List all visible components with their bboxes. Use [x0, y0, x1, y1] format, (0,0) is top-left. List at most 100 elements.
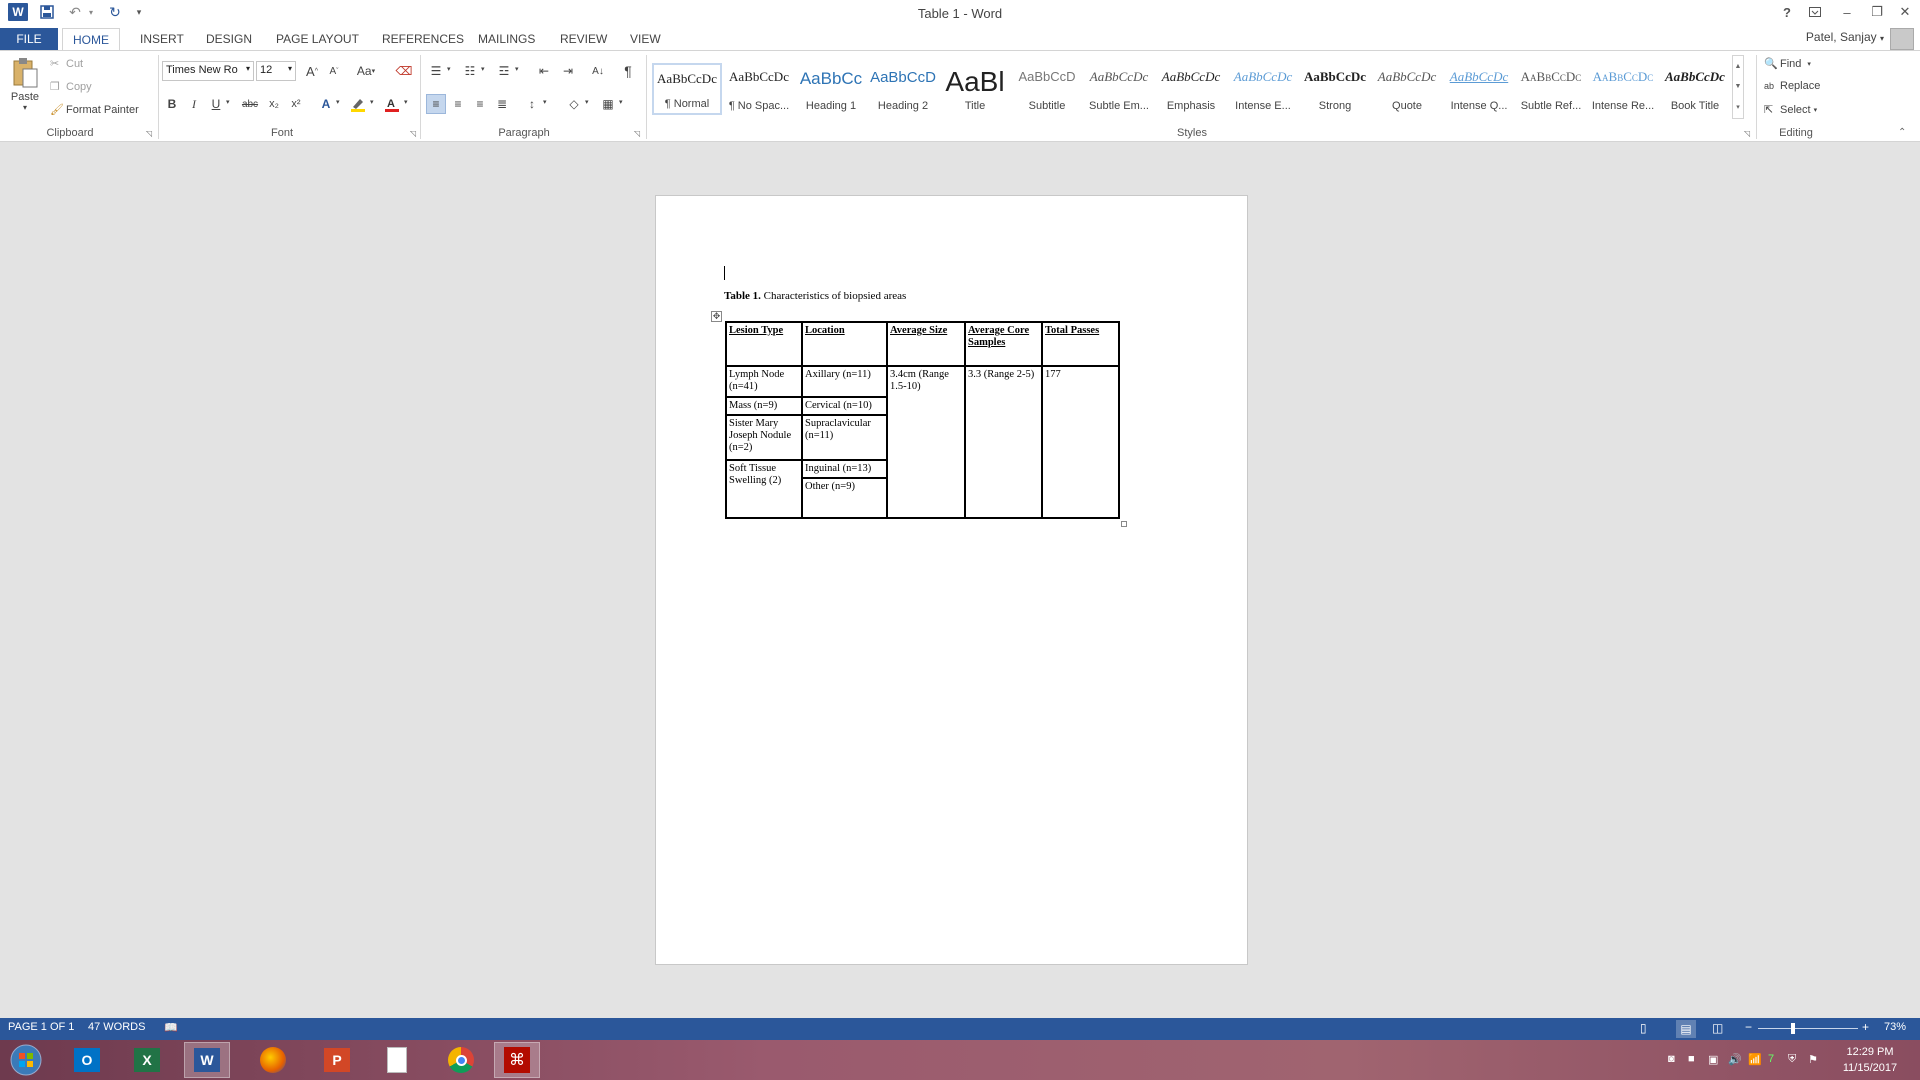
- minimize-button[interactable]: –: [1832, 0, 1862, 24]
- word-count[interactable]: 47 WORDS: [88, 1021, 145, 1033]
- web-layout-icon[interactable]: ◫: [1712, 1021, 1723, 1035]
- proofing-icon[interactable]: 📖: [164, 1021, 178, 1034]
- tab-home[interactable]: HOME: [62, 28, 120, 52]
- acrobat-icon[interactable]: ⌘: [494, 1042, 540, 1078]
- antivirus-icon[interactable]: 7: [1768, 1053, 1774, 1065]
- numbering-dropdown-icon[interactable]: ▾: [481, 65, 485, 73]
- style-book-title[interactable]: AaBbCcDc Book Title: [1660, 63, 1730, 115]
- table-move-handle-icon[interactable]: ✥: [711, 311, 722, 322]
- multilevel-list-icon[interactable]: ☲: [494, 61, 514, 81]
- ribbon-display-options-icon[interactable]: [1800, 0, 1830, 24]
- volume-icon[interactable]: 🔊: [1728, 1053, 1742, 1066]
- shading-dropdown-icon[interactable]: ▾: [585, 98, 589, 106]
- zoom-out-icon[interactable]: −: [1745, 1020, 1752, 1034]
- text-effects-dropdown-icon[interactable]: ▾: [336, 98, 340, 106]
- table-resize-handle[interactable]: [1121, 521, 1127, 527]
- style-heading-1[interactable]: AaBbCc Heading 1: [796, 63, 866, 115]
- style-strong[interactable]: AaBbCcDc Strong: [1300, 63, 1370, 115]
- tab-insert[interactable]: INSERT: [130, 28, 194, 50]
- bullets-dropdown-icon[interactable]: ▾: [447, 65, 451, 73]
- tab-page-layout[interactable]: PAGE LAYOUT: [266, 28, 369, 50]
- zoom-level[interactable]: 73%: [1884, 1021, 1906, 1033]
- tray-color-icon[interactable]: ■: [1688, 1053, 1695, 1065]
- tab-references[interactable]: REFERENCES: [372, 28, 474, 50]
- text-effects-icon[interactable]: A: [316, 94, 336, 114]
- sort-icon[interactable]: A↓: [588, 61, 608, 81]
- underline-button[interactable]: U: [206, 94, 226, 114]
- line-spacing-icon[interactable]: ↕: [522, 94, 542, 114]
- start-button[interactable]: [6, 1042, 46, 1078]
- bullets-icon[interactable]: ☰: [426, 61, 446, 81]
- firefox-icon[interactable]: [250, 1042, 296, 1078]
- network-monitor-icon[interactable]: ▣: [1708, 1053, 1718, 1066]
- avatar[interactable]: [1890, 28, 1914, 50]
- show-marks-icon[interactable]: ¶: [618, 61, 638, 81]
- shrink-font-button[interactable]: Aˇ: [324, 61, 344, 81]
- more-styles-icon[interactable]: ▾: [1736, 103, 1740, 111]
- user-name[interactable]: Patel, Sanjay ▾: [1806, 30, 1884, 44]
- scroll-down-icon[interactable]: ▼: [1735, 83, 1742, 90]
- clear-formatting-icon[interactable]: ⌫: [394, 61, 414, 81]
- excel-icon[interactable]: X: [124, 1042, 170, 1078]
- style-heading-2[interactable]: AaBbCcD Heading 2: [868, 63, 938, 115]
- close-button[interactable]: ✕: [1890, 0, 1920, 24]
- tab-view[interactable]: VIEW: [620, 28, 671, 50]
- style-normal[interactable]: AaBbCcDc ¶ Normal: [652, 63, 722, 115]
- paragraph-launcher-icon[interactable]: ◹: [634, 129, 640, 138]
- outlook-icon[interactable]: O: [64, 1042, 110, 1078]
- network-icon[interactable]: 📶: [1748, 1053, 1762, 1066]
- font-size-combo[interactable]: 12 ▾: [256, 61, 296, 81]
- style-subtle-emphasis[interactable]: AaBbCcDc Subtle Em...: [1084, 63, 1154, 115]
- multilevel-dropdown-icon[interactable]: ▾: [515, 65, 519, 73]
- align-center-icon[interactable]: ≡: [448, 94, 468, 114]
- highlight-dropdown-icon[interactable]: ▾: [370, 98, 374, 106]
- tab-mailings[interactable]: MAILINGS: [468, 28, 545, 50]
- change-case-button[interactable]: Aa ▾: [352, 61, 380, 81]
- style-intense-quote[interactable]: AaBbCcDc Intense Q...: [1444, 63, 1514, 115]
- style-emphasis[interactable]: AaBbCcDc Emphasis: [1156, 63, 1226, 115]
- chrome-icon[interactable]: [438, 1042, 484, 1078]
- zoom-in-icon[interactable]: +: [1862, 1020, 1869, 1034]
- tray-app-icon[interactable]: ◙: [1668, 1053, 1675, 1065]
- style-intense-reference[interactable]: AaBbCcDc Intense Re...: [1588, 63, 1658, 115]
- style-intense-emphasis[interactable]: AaBbCcDc Intense E...: [1228, 63, 1298, 115]
- borders-icon[interactable]: ▦: [598, 94, 618, 114]
- tab-design[interactable]: DESIGN: [196, 28, 262, 50]
- justify-icon[interactable]: ≣: [492, 94, 512, 114]
- style-subtle-reference[interactable]: AaBbCcDc Subtle Ref...: [1516, 63, 1586, 115]
- file-icon[interactable]: [374, 1042, 420, 1078]
- collapse-ribbon-icon[interactable]: ⌃: [1898, 127, 1906, 138]
- biopsy-table[interactable]: Lesion Type Location Average Size Averag…: [725, 321, 1120, 519]
- increase-indent-icon[interactable]: ⇥: [558, 61, 578, 81]
- tab-review[interactable]: REVIEW: [550, 28, 617, 50]
- shading-icon[interactable]: ◇: [564, 94, 584, 114]
- tab-file[interactable]: FILE: [0, 28, 58, 50]
- style-subtitle[interactable]: AaBbCcD Subtitle: [1012, 63, 1082, 115]
- line-spacing-dropdown-icon[interactable]: ▾: [543, 98, 547, 106]
- decrease-indent-icon[interactable]: ⇤: [534, 61, 554, 81]
- styles-launcher-icon[interactable]: ◹: [1744, 129, 1750, 138]
- format-painter-button[interactable]: 🖌 Format Painter: [50, 103, 139, 117]
- font-launcher-icon[interactable]: ◹: [410, 129, 416, 138]
- borders-dropdown-icon[interactable]: ▾: [619, 98, 623, 106]
- clipboard-launcher-icon[interactable]: ◹: [146, 129, 152, 138]
- style-title[interactable]: AaBl Title: [940, 63, 1010, 115]
- superscript-button[interactable]: x²: [286, 94, 306, 114]
- italic-button[interactable]: I: [184, 94, 204, 114]
- read-mode-icon[interactable]: ▯: [1640, 1021, 1647, 1035]
- subscript-button[interactable]: x₂: [264, 94, 284, 114]
- font-name-combo[interactable]: Times New Ro ▾: [162, 61, 254, 81]
- bold-button[interactable]: B: [162, 94, 182, 114]
- powerpoint-icon[interactable]: P: [314, 1042, 360, 1078]
- print-layout-icon[interactable]: ▤: [1676, 1020, 1696, 1038]
- word-icon[interactable]: W: [184, 1042, 230, 1078]
- shield-icon[interactable]: ⛨: [1788, 1053, 1796, 1066]
- align-right-icon[interactable]: ≡: [470, 94, 490, 114]
- highlight-icon[interactable]: [348, 94, 368, 114]
- font-color-dropdown-icon[interactable]: ▾: [404, 98, 408, 106]
- copy-button[interactable]: ❐ Copy: [50, 80, 92, 94]
- help-icon[interactable]: ?: [1772, 0, 1802, 24]
- paste-button[interactable]: Paste ▾: [8, 57, 42, 121]
- replace-button[interactable]: ab Replace: [1764, 80, 1820, 92]
- font-color-icon[interactable]: A: [382, 94, 402, 114]
